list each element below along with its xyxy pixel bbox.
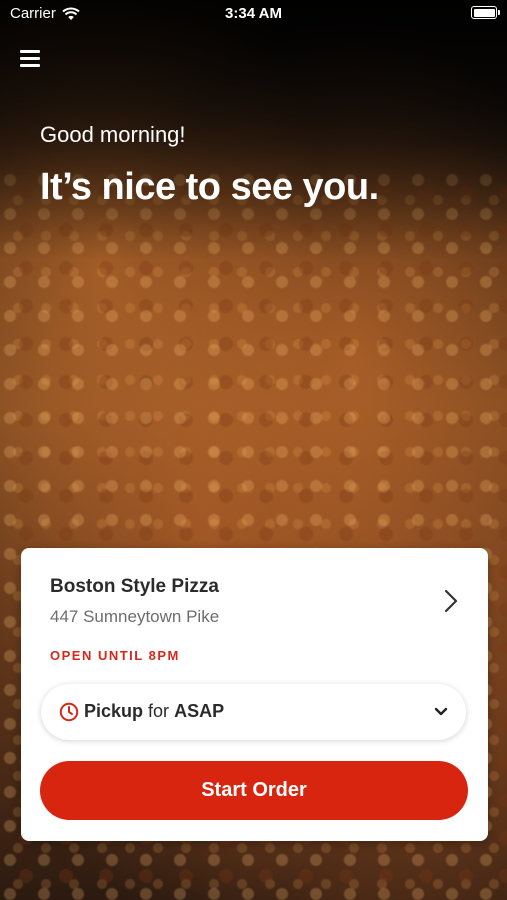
- hamburger-menu-icon[interactable]: [20, 48, 42, 68]
- chevron-down-icon: [434, 707, 448, 716]
- order-mode-label: Pickup for ASAP: [84, 701, 224, 722]
- store-name: Boston Style Pizza: [50, 576, 219, 597]
- start-order-button[interactable]: Start Order: [40, 761, 468, 820]
- order-mode-time: ASAP: [174, 701, 225, 721]
- order-mode-dropdown[interactable]: Pickup for ASAP: [41, 684, 466, 740]
- order-mode-type: Pickup: [84, 701, 144, 721]
- status-bar: Carrier 3:34 AM: [0, 0, 507, 30]
- store-selector[interactable]: Boston Style Pizza 447 Sumneytown Pike: [21, 548, 488, 638]
- home-screen: Carrier 3:34 AM Good morning! It’s nice …: [0, 0, 507, 900]
- headline-text: It’s nice to see you.: [40, 166, 379, 208]
- clock-icon: [59, 702, 79, 722]
- battery-icon: [471, 6, 500, 19]
- store-hours: OPEN UNTIL 8PM: [50, 648, 180, 663]
- store-address: 447 Sumneytown Pike: [50, 607, 220, 626]
- order-mode-connector: for: [148, 701, 170, 721]
- store-card: Boston Style Pizza 447 Sumneytown Pike O…: [21, 548, 488, 841]
- status-time: 3:34 AM: [225, 5, 282, 22]
- chevron-right-icon: [444, 589, 458, 613]
- greeting-text: Good morning!: [40, 122, 186, 147]
